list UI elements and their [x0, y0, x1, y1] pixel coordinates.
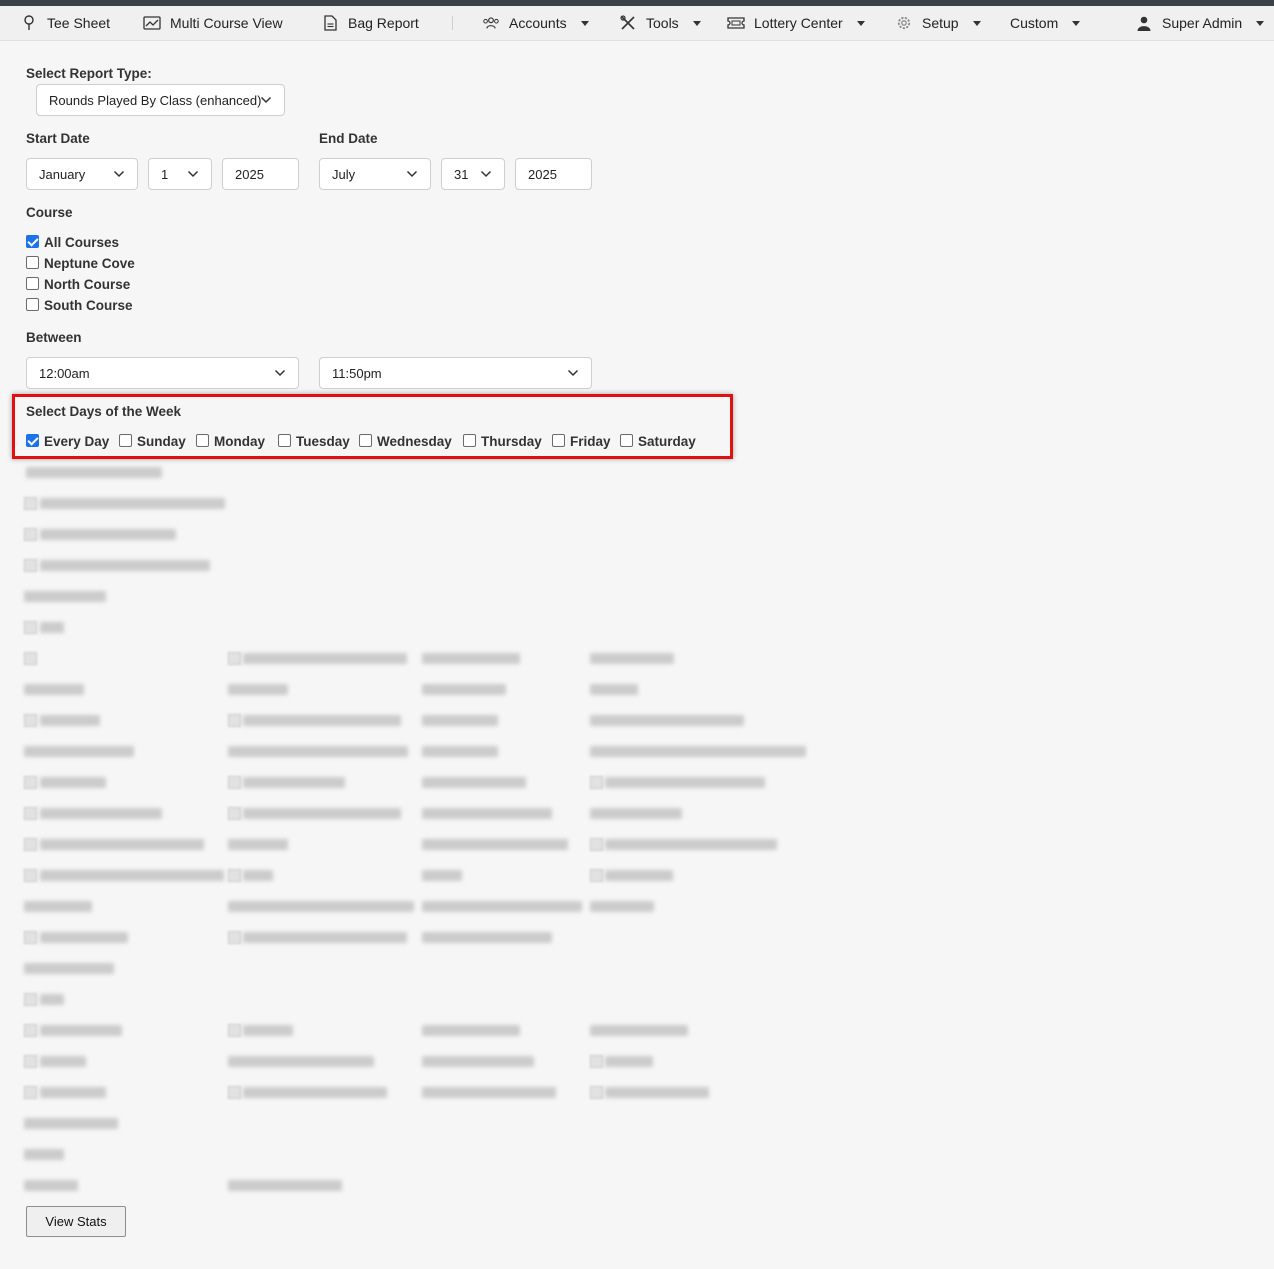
nav-custom[interactable]: Custom	[1010, 6, 1081, 40]
nav-accounts[interactable]: Accounts	[482, 6, 589, 40]
time-from-value: 12:00am	[39, 365, 90, 381]
nav-user-menu[interactable]: Super Admin	[1135, 6, 1265, 40]
course-label-south[interactable]: South Course	[44, 298, 133, 313]
time-from-select[interactable]: 12:00am	[26, 357, 299, 389]
gear-icon	[895, 14, 913, 32]
chevron-down-icon	[260, 96, 272, 104]
annotation-highlight-box	[12, 394, 733, 459]
caret-down-icon	[1256, 20, 1265, 26]
start-month-select[interactable]: January	[26, 158, 138, 190]
nav-tee-sheet-label: Tee Sheet	[47, 15, 111, 31]
main-nav: Tee Sheet Multi Course View Bag Report A…	[0, 6, 1274, 41]
nav-lottery-center[interactable]: Lottery Center	[727, 6, 865, 40]
report-type-select[interactable]: Rounds Played By Class (enhanced)	[36, 84, 285, 116]
nav-bag-report-label: Bag Report	[348, 15, 419, 31]
course-checkbox-neptune-cove[interactable]	[26, 256, 39, 269]
nav-accounts-label: Accounts	[509, 15, 567, 31]
nav-custom-label: Custom	[1010, 15, 1059, 31]
course-label-neptune-cove[interactable]: Neptune Cove	[44, 256, 135, 271]
chevron-down-icon	[113, 170, 125, 178]
view-stats-button[interactable]: View Stats	[26, 1206, 126, 1237]
nav-tee-sheet[interactable]: Tee Sheet	[20, 6, 110, 40]
chevron-down-icon	[274, 369, 286, 377]
caret-down-icon	[972, 20, 981, 26]
nav-tools-label: Tools	[646, 15, 679, 31]
course-label-all[interactable]: All Courses	[44, 235, 119, 250]
chevron-down-icon	[406, 170, 418, 178]
nav-bag-report[interactable]: Bag Report	[321, 6, 419, 40]
golf-pin-icon	[20, 14, 38, 32]
nav-setup[interactable]: Setup	[895, 6, 981, 40]
course-label: Course	[26, 205, 73, 220]
start-day-select[interactable]: 1	[148, 158, 212, 190]
ticket-icon	[727, 14, 745, 32]
nav-lottery-center-label: Lottery Center	[754, 15, 843, 31]
nav-user-label: Super Admin	[1162, 15, 1243, 31]
nav-divider	[452, 16, 453, 30]
start-day-value: 1	[161, 166, 169, 182]
report-type-label: Select Report Type:	[26, 66, 152, 81]
caret-down-icon	[856, 20, 865, 26]
chevron-down-icon	[567, 369, 579, 377]
caret-down-icon	[692, 20, 701, 26]
time-to-select[interactable]: 11:50pm	[319, 357, 592, 389]
chevron-down-icon	[187, 170, 199, 178]
document-icon	[321, 14, 339, 32]
report-type-value: Rounds Played By Class (enhanced)	[49, 92, 262, 108]
course-checkbox-south[interactable]	[26, 298, 39, 311]
end-month-value: July	[332, 166, 356, 182]
end-day-value: 31	[454, 166, 469, 182]
nav-multi-course-view[interactable]: Multi Course View	[143, 6, 283, 40]
user-icon	[1135, 14, 1153, 32]
between-label: Between	[26, 330, 82, 345]
start-year-input[interactable]	[222, 158, 299, 190]
course-checkbox-north[interactable]	[26, 277, 39, 290]
tools-icon	[619, 14, 637, 32]
caret-down-icon	[1072, 20, 1081, 26]
start-month-value: January	[39, 166, 86, 182]
users-icon	[482, 14, 500, 32]
chevron-down-icon	[480, 170, 492, 178]
end-date-label: End Date	[319, 131, 378, 146]
chart-window-icon	[143, 14, 161, 32]
end-day-select[interactable]: 31	[441, 158, 505, 190]
course-label-north[interactable]: North Course	[44, 277, 130, 292]
nav-multi-course-view-label: Multi Course View	[170, 15, 283, 31]
end-year-input[interactable]	[515, 158, 592, 190]
time-to-value: 11:50pm	[332, 365, 382, 381]
start-date-label: Start Date	[26, 131, 90, 146]
nav-tools[interactable]: Tools	[619, 6, 701, 40]
nav-setup-label: Setup	[922, 15, 959, 31]
end-month-select[interactable]: July	[319, 158, 431, 190]
caret-down-icon	[580, 20, 589, 26]
course-checkbox-all[interactable]	[26, 235, 39, 248]
